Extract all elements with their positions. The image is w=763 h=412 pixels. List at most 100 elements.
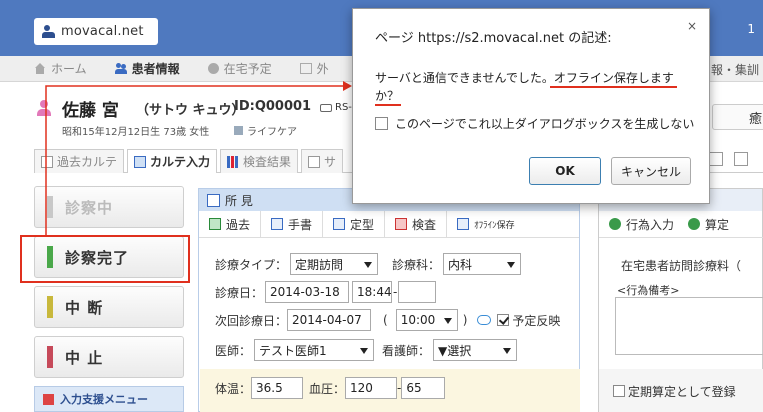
car-icon bbox=[320, 103, 332, 112]
home-icon bbox=[34, 63, 46, 74]
list-icon bbox=[308, 155, 321, 168]
next-visit-row: 次回診療日： 2014-04-07 ( 10:00 ) 予定反映 bbox=[215, 309, 560, 331]
cancel-button[interactable]: キャンセル bbox=[611, 157, 691, 185]
exam-button[interactable]: 検査 bbox=[385, 210, 448, 238]
edit-icon bbox=[134, 155, 147, 168]
chevron-down-icon bbox=[364, 262, 373, 268]
chevron-down-icon bbox=[360, 348, 369, 354]
nav-item-patients[interactable]: 患者情報 bbox=[114, 60, 180, 77]
patient-kana: （サトウ キュウ） bbox=[136, 103, 245, 118]
tab-service[interactable]: サ bbox=[301, 149, 344, 173]
procedure-remark-label: <行為備考> bbox=[617, 284, 680, 297]
dialog-message-line2: か？ bbox=[375, 89, 400, 103]
action-input-button[interactable]: 行為入力 bbox=[626, 216, 674, 233]
template-button[interactable]: 定型 bbox=[323, 210, 386, 238]
suppress-dialogs-checkbox[interactable] bbox=[375, 117, 388, 130]
chevron-down-icon bbox=[507, 262, 516, 268]
external-icon bbox=[299, 63, 312, 74]
status-in-consultation-button[interactable]: 診察中 bbox=[34, 186, 184, 228]
female-patient-icon bbox=[36, 100, 52, 116]
register-periodic-checkbox[interactable] bbox=[613, 385, 625, 397]
patient-birth-info: 昭和15年12月12日生 73歳 女性 bbox=[62, 127, 210, 138]
care-provider: ライフケア bbox=[234, 123, 297, 138]
status-color-bar bbox=[47, 296, 53, 318]
bar-chart-icon bbox=[227, 155, 240, 168]
procedure-name[interactable]: 在宅患者訪問診療料（ bbox=[621, 257, 741, 274]
visit-time-input[interactable]: 18:44 bbox=[352, 281, 393, 303]
calendar-icon bbox=[43, 393, 54, 405]
procedure-remark-textarea[interactable] bbox=[615, 297, 763, 355]
vitals-row: 体温： 36.5 血圧： 120 - 65 bbox=[215, 377, 446, 399]
annotation-underline bbox=[550, 86, 677, 88]
clock-icon bbox=[207, 63, 219, 74]
visit-date-row: 診療日： 2014-03-18 18:44 - bbox=[215, 281, 437, 303]
input-support-menu[interactable]: 入力支援メニュー bbox=[34, 386, 184, 412]
tab-extra-2[interactable] bbox=[734, 152, 748, 166]
findings-panel: 所 見 過去 手書 定型 検査 ｵﾌﾗｲﾝ保存 診療タイプ： 定期訪問 診療科： bbox=[198, 188, 580, 412]
comment-icon[interactable] bbox=[477, 315, 492, 325]
annotation-underline bbox=[375, 104, 401, 106]
movacal-logo[interactable]: movacal.net bbox=[34, 18, 158, 45]
template-icon bbox=[333, 218, 346, 230]
save-icon bbox=[457, 218, 470, 230]
patients-icon bbox=[114, 63, 127, 74]
visit-date-input[interactable]: 2014-03-18 bbox=[265, 281, 350, 303]
patient-id: ID:Q00001 bbox=[234, 99, 312, 114]
status-color-bar bbox=[47, 196, 53, 218]
tab-record-input[interactable]: カルテ入力 bbox=[127, 149, 218, 173]
plus-icon bbox=[688, 218, 701, 230]
nav-item-home-visit-schedule[interactable]: 在宅予定 bbox=[207, 60, 272, 77]
building-icon bbox=[234, 126, 243, 135]
dialog-message-line1: サーバと通信できませんでした。オフライン保存します bbox=[375, 71, 674, 85]
logo-text: movacal.net bbox=[61, 24, 144, 39]
chevron-down-icon bbox=[503, 348, 512, 354]
confirm-dialog: ページ https://s2.movacal.net の記述: × サーバと通信… bbox=[352, 8, 710, 204]
calc-button[interactable]: 算定 bbox=[705, 216, 729, 233]
pencil-icon bbox=[271, 218, 284, 230]
offline-save-button[interactable]: ｵﾌﾗｲﾝ保存 bbox=[447, 211, 525, 238]
tab-extra-1[interactable] bbox=[709, 152, 723, 166]
bp-diastolic-input[interactable]: 65 bbox=[401, 377, 446, 399]
status-cancel-button[interactable]: 中 止 bbox=[34, 336, 184, 378]
status-suspend-button[interactable]: 中 断 bbox=[34, 286, 184, 328]
header-right-text: 1 bbox=[747, 22, 755, 36]
document-icon bbox=[41, 155, 53, 168]
suppress-dialogs-option[interactable]: このページでこれ以上ダイアログボックスを生成しない bbox=[375, 115, 694, 132]
staff-row: 医師： テスト医師1 看護師： ▼選択 bbox=[215, 339, 518, 361]
past-button[interactable]: 過去 bbox=[199, 210, 262, 238]
close-icon[interactable]: × bbox=[687, 19, 697, 33]
next-visit-date-input[interactable]: 2014-04-07 bbox=[287, 309, 372, 331]
nurse-select[interactable]: ▼選択 bbox=[433, 339, 518, 361]
bar-chart-icon bbox=[395, 218, 408, 230]
handwrite-button[interactable]: 手書 bbox=[261, 210, 324, 238]
temperature-input[interactable]: 36.5 bbox=[251, 377, 304, 399]
tab-past-records[interactable]: 過去カルテ bbox=[34, 149, 125, 173]
dialog-title: ページ https://s2.movacal.net の記述: bbox=[375, 31, 612, 46]
visit-type-row: 診療タイプ： 定期訪問 診療科： 内科 bbox=[215, 253, 522, 275]
ok-button[interactable]: OK bbox=[529, 157, 601, 185]
visit-type-select[interactable]: 定期訪問 bbox=[290, 253, 379, 275]
doctor-select[interactable]: テスト医師1 bbox=[254, 339, 375, 361]
status-color-bar bbox=[47, 346, 53, 368]
nav-item-external[interactable]: 外 bbox=[299, 60, 329, 77]
nav-item-reports[interactable]: 報・集訓 bbox=[711, 56, 763, 82]
logo-person-icon bbox=[42, 24, 56, 39]
bp-systolic-input[interactable]: 120 bbox=[345, 377, 398, 399]
visit-end-time-input[interactable] bbox=[398, 281, 437, 303]
findings-toolbar: 過去 手書 定型 検査 ｵﾌﾗｲﾝ保存 bbox=[199, 210, 579, 238]
rs-link[interactable]: RS- bbox=[320, 102, 352, 113]
tab-test-results[interactable]: 検査結果 bbox=[220, 149, 299, 173]
plus-icon bbox=[609, 218, 621, 230]
department-select[interactable]: 内科 bbox=[443, 253, 522, 275]
reflect-schedule-checkbox[interactable] bbox=[497, 314, 510, 326]
next-visit-time-select[interactable]: 10:00 bbox=[395, 309, 458, 331]
procedure-toolbar: 行為入力 算定 bbox=[599, 211, 763, 238]
nav-item-home[interactable]: ホーム bbox=[34, 60, 87, 77]
chevron-down-icon bbox=[443, 318, 452, 324]
edit-icon bbox=[207, 193, 220, 207]
patient-action-button[interactable]: 癒 bbox=[712, 104, 763, 130]
annotation-highlight-box bbox=[20, 235, 190, 283]
import-icon bbox=[209, 218, 221, 230]
procedure-panel: 行為入力 算定 在宅患者訪問診療料（ <行為備考> 定期算定として登録 bbox=[598, 188, 763, 412]
register-periodic-row: 定期算定として登録 bbox=[599, 369, 763, 412]
